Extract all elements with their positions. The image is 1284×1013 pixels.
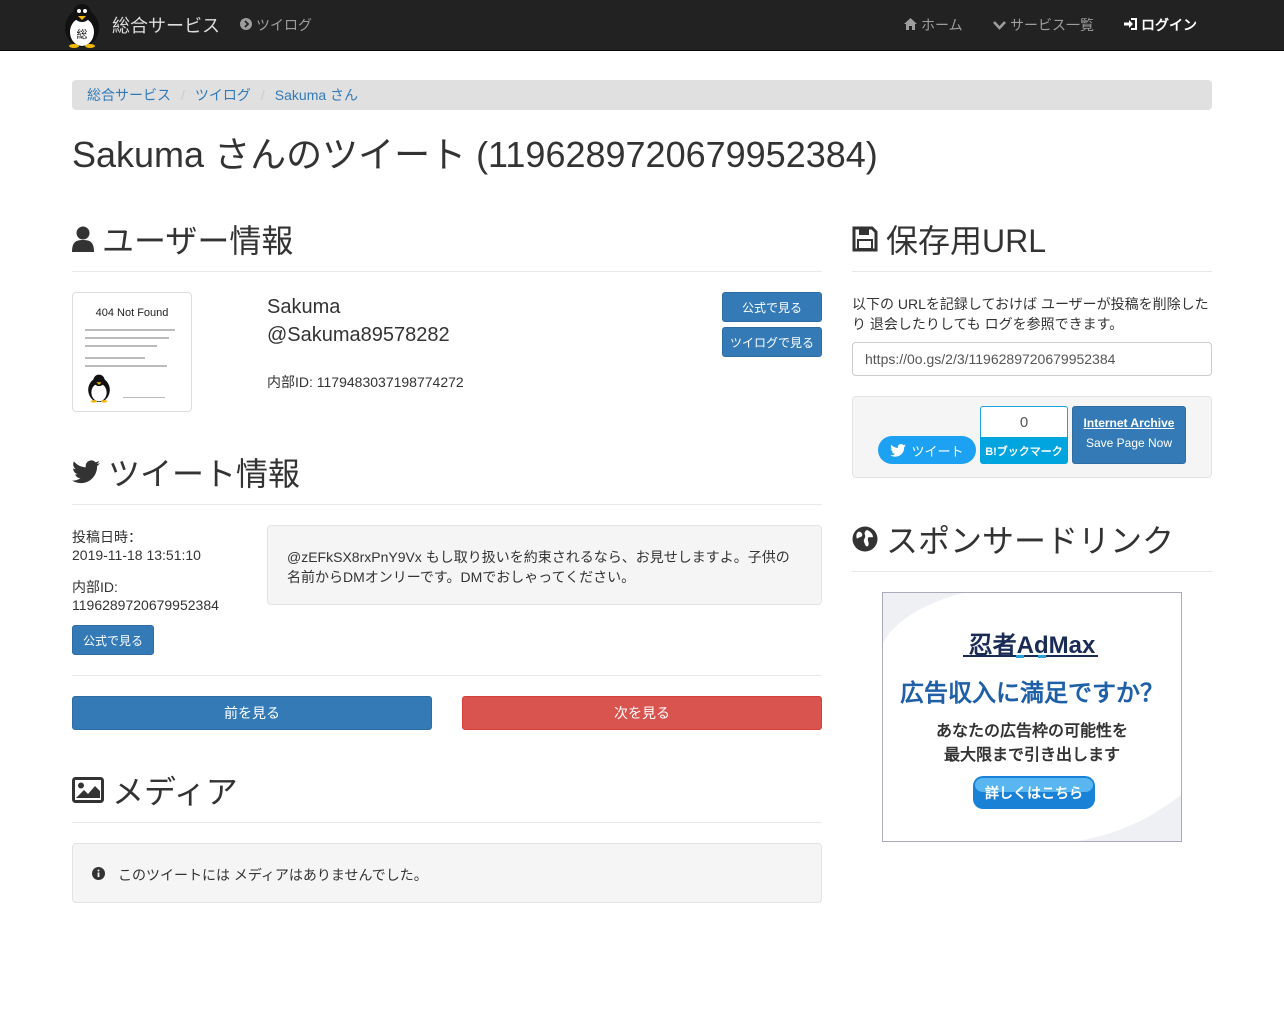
internet-archive-button[interactable]: Internet Archive Save Page Now [1072,406,1186,464]
divider [72,271,822,272]
save-url-value: https://0o.gs/2/3/1196289720679952384 [865,351,1116,367]
nav-login[interactable]: ログイン [1124,0,1197,50]
divider [852,271,1212,272]
tweet-id-value: 1196289720679952384 [72,597,219,613]
user-handle: @Sakuma89578282 [267,324,450,346]
sponsor-heading: スポンサードリンク [852,516,1174,562]
avatar-text-line [85,329,175,331]
nav-home[interactable]: ホーム [904,0,963,50]
ad-body-line: あなたの広告枠の可能性を [935,723,1128,740]
navbar: 総 総合サービス ツイログ ホーム サービス一覧 ログイン [0,0,1284,51]
media-heading-text: メディア [112,774,238,810]
media-notice-text: このツイートには メディアはありませんでした。 [118,867,428,883]
breadcrumb: 総合サービス / ツイログ / Sakuma さん [72,80,1212,110]
user-info-heading: ユーザー情報 [72,216,293,262]
tweet-text-line: @zEFkSX8rxPnY9Vx もし取り扱いを約束されるなら、お見せしますよ。… [287,549,790,565]
prev-tweet-button[interactable]: 前を見る [72,696,432,730]
ad-headline: 広告収入に満足ですか？ [900,680,1164,707]
ad-logo: 忍者AdMax [968,632,1096,659]
save-url-heading: 保存用URL [852,216,1046,262]
info-circle-icon [92,867,105,880]
svg-text:総: 総 [77,27,88,41]
save-url-input[interactable]: https://0o.gs/2/3/1196289720679952384 [852,342,1212,376]
avatar-text-line [85,345,157,347]
avatar-text-line [85,357,145,359]
nav-home-label: ホーム [921,17,963,33]
avatar-not-found-text: 404 Not Found [95,307,169,319]
save-url-description-line: 以下の URLを記録しておけば ユーザーが投稿を削除した [852,296,1209,312]
ad-body-line: 最大限まで引き出します [943,747,1120,764]
internet-archive-subtitle: Save Page Now [1085,436,1173,450]
user-name: Sakuma [267,296,341,318]
breadcrumb-item-service[interactable]: 総合サービス [87,85,171,105]
twitter-bird-icon [890,443,907,457]
breadcrumb-separator: / [260,87,265,103]
nav-login-label: ログイン [1141,17,1197,33]
divider [72,822,822,823]
internet-archive-title: Internet Archive [1083,416,1175,430]
ad-cta-button[interactable]: 詳しくはこちら [973,783,1095,803]
user-info-heading-text: ユーザー情報 [102,223,294,259]
tweet-share-label: ツイート [911,443,964,459]
avatar-text-line [85,337,169,339]
tweet-id-label: 内部ID: [72,579,118,595]
tweet-info-heading-text: ツイート情報 [108,456,301,492]
avatar-text-line [123,397,165,398]
user-official-button[interactable]: 公式で見る [722,292,822,322]
user-avatar: 404 Not Found [72,292,192,412]
divider [72,504,822,505]
tweet-text-box: @zEFkSX8rxPnY9Vx もし取り扱いを約束されるなら、お見せしますよ。… [267,525,822,605]
tweet-share-button[interactable]: ツイート [878,436,976,464]
ad-banner[interactable]: 忍者AdMax 広告収入に満足ですか？ あなたの広告枠の可能性を 最大限まで引き… [882,592,1182,842]
image-icon [72,777,104,803]
sponsor-heading-text: スポンサードリンク [886,523,1175,559]
avatar-text-line [85,365,167,367]
breadcrumb-item-user[interactable]: Sakuma さん [275,85,358,105]
tweet-official-button[interactable]: 公式で見る [72,625,154,655]
hatena-bookmark-button[interactable]: B!ブックマーク [980,437,1068,464]
nav-services-label: サービス一覧 [1010,17,1094,33]
divider [72,675,822,676]
breadcrumb-item-twilog[interactable]: ツイログ [195,85,251,105]
divider [852,571,1212,572]
media-notice: このツイートには メディアはありませんでした。 [72,843,822,903]
breadcrumb-separator: / [181,87,185,103]
posted-value: 2019-11-18 13:51:10 [72,547,201,563]
posted-label: 投稿日時： [72,529,142,545]
user-icon [72,226,94,252]
chevron-down-icon [993,18,1006,33]
sign-in-icon [1124,17,1137,33]
twitter-icon [72,460,100,484]
home-icon [904,17,917,33]
hatena-count: 0 [980,406,1068,438]
brand-label: 総合サービス [112,16,220,36]
globe-icon [852,526,878,552]
nav-twilog-label: ツイログ [256,17,312,33]
user-internal-id: 内部ID: 1179483037198774272 [267,374,464,390]
brand-link[interactable]: 総 総合サービス [60,0,220,50]
tweet-text-line: 名前からDMオンリーです。DMでおしゃってください。 [287,569,636,585]
penguin-logo-icon: 総 [65,4,99,48]
save-url-heading-text: 保存用URL [886,223,1047,259]
penguin-icon [88,374,110,403]
next-tweet-button[interactable]: 次を見る [462,696,822,730]
user-twilog-button[interactable]: ツイログで見る [722,327,822,357]
save-icon [852,226,878,252]
nav-twilog[interactable]: ツイログ [240,0,312,50]
media-heading: メディア [72,767,238,813]
nav-services[interactable]: サービス一覧 [993,0,1094,50]
save-url-description-line: り 退会したりしても ログを参照できます。 [852,316,1124,332]
chevron-circle-right-icon [240,17,252,33]
tweet-info-heading: ツイート情報 [72,449,300,495]
page-title: Sakuma さんのツイート (1196289720679952384) [72,134,878,175]
